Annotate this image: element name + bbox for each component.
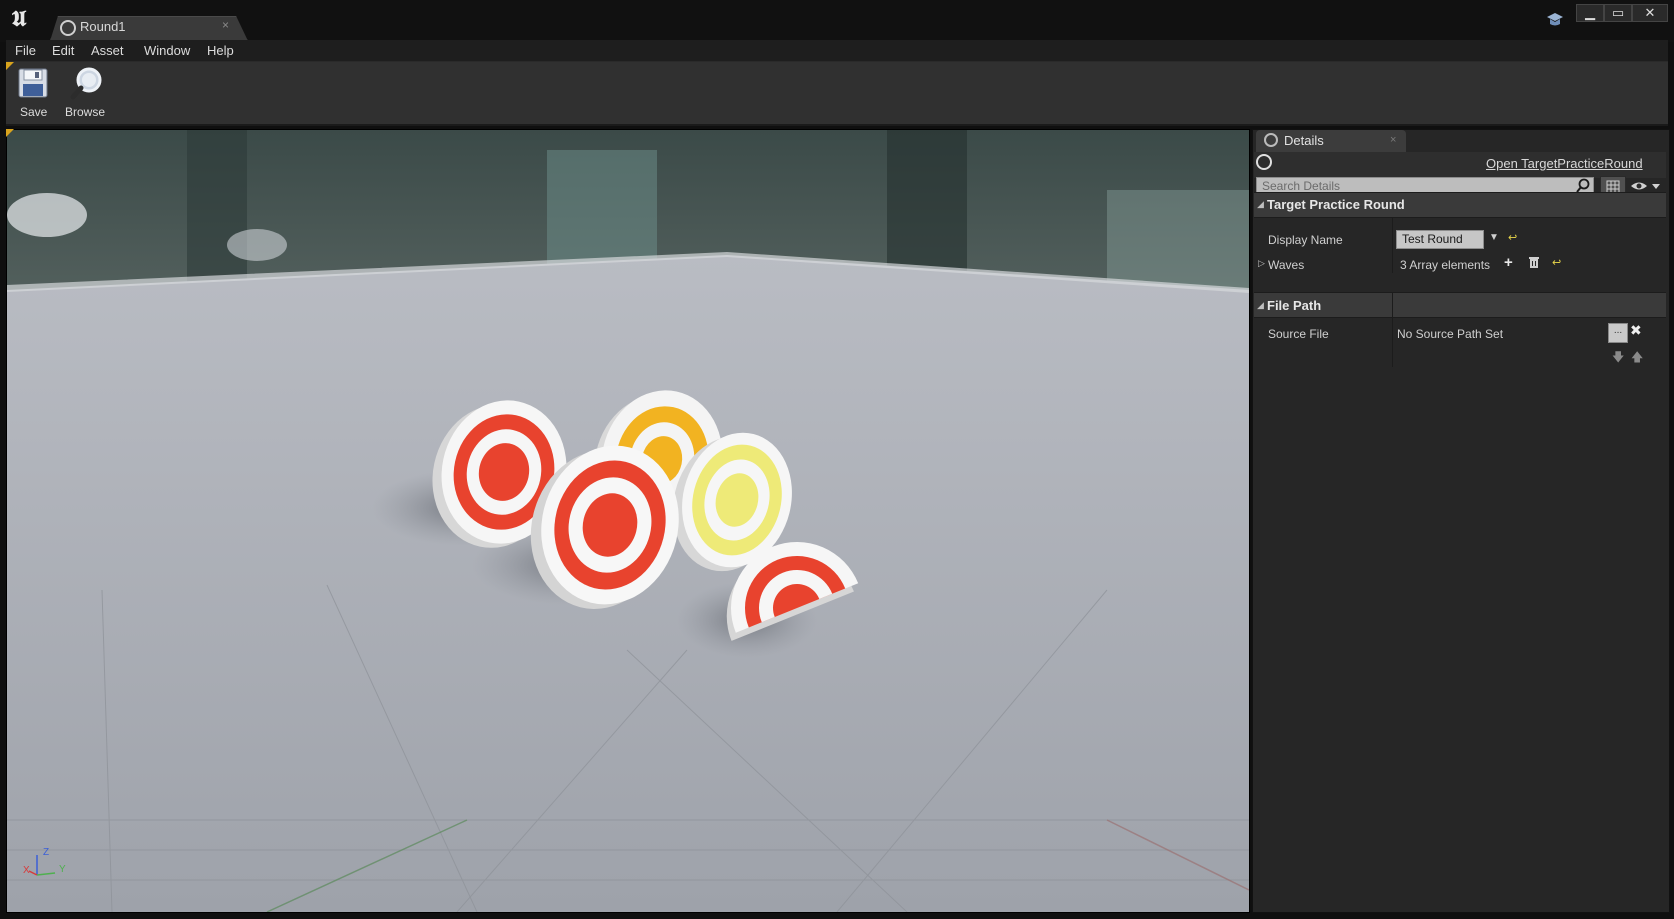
column-splitter[interactable] — [1392, 292, 1393, 367]
learn-icon[interactable] — [1546, 12, 1564, 28]
category-label: File Path — [1267, 298, 1322, 313]
source-file-value: No Source Path Set — [1397, 327, 1504, 341]
maximize-button[interactable]: ▭ — [1604, 4, 1632, 22]
menu-file[interactable]: File — [15, 43, 36, 58]
save-icon[interactable] — [18, 68, 48, 98]
column-splitter[interactable] — [1392, 218, 1393, 273]
clear-file-button[interactable]: ✖ — [1630, 322, 1642, 339]
document-tab-label: Round1 — [80, 19, 126, 34]
toolbar-corner-marker — [6, 62, 14, 70]
collapse-arrow-icon[interactable]: ◢ — [1257, 199, 1264, 210]
browse-file-button[interactable]: ... — [1608, 323, 1628, 343]
search-details-placeholder: Search Details — [1262, 179, 1341, 193]
asset-icon — [60, 20, 76, 36]
browse-button-label[interactable]: Browse — [65, 105, 105, 119]
viewport-scene — [7, 130, 1249, 912]
collapse-arrow-icon[interactable]: ◢ — [1257, 300, 1264, 311]
details-tab[interactable] — [1256, 130, 1406, 152]
minimize-button[interactable]: ▁ — [1576, 4, 1604, 22]
axis-label-z: Z — [43, 847, 50, 858]
menu-edit[interactable]: Edit — [52, 43, 74, 58]
eye-icon[interactable] — [1630, 179, 1662, 193]
arrow-down-icon[interactable]: 🡇 — [1612, 348, 1624, 369]
expand-arrow-icon[interactable]: ▷ — [1258, 258, 1265, 269]
display-name-value: Test Round — [1402, 232, 1463, 246]
chevron-down-icon[interactable]: ▼ — [1489, 232, 1499, 243]
viewport-corner-marker — [6, 129, 14, 137]
title-bar — [0, 0, 1674, 42]
asset-thumbnail-icon — [1256, 154, 1272, 170]
trash-icon[interactable] — [1529, 256, 1539, 268]
toolbar — [6, 62, 1668, 126]
background-light — [227, 229, 287, 261]
details-magnifier-icon — [1264, 133, 1278, 147]
background-light — [7, 193, 87, 237]
unreal-logo-icon[interactable]: 𝖀 — [6, 6, 32, 32]
open-asset-link[interactable]: Open TargetPracticeRound — [1486, 156, 1643, 171]
close-window-button[interactable]: ✕ — [1632, 4, 1668, 22]
reset-to-default-icon[interactable]: ↩ — [1508, 231, 1517, 244]
close-details-tab-icon[interactable]: × — [1390, 134, 1396, 146]
menu-window[interactable]: Window — [144, 43, 190, 58]
plus-icon[interactable]: + — [1504, 254, 1513, 271]
axis-label-y: Y — [59, 864, 66, 875]
menu-help[interactable]: Help — [207, 43, 234, 58]
waves-label: Waves — [1268, 258, 1305, 272]
close-tab-icon[interactable]: × — [222, 18, 229, 32]
menu-asset[interactable]: Asset — [91, 43, 124, 58]
save-button-label[interactable]: Save — [20, 105, 47, 119]
details-tab-label: Details — [1284, 133, 1324, 148]
source-file-label: Source File — [1268, 327, 1329, 341]
category-label: Target Practice Round — [1267, 197, 1405, 212]
3d-viewport[interactable]: Z X Y — [6, 129, 1250, 913]
waves-value: 3 Array elements — [1400, 258, 1491, 272]
magnifier-icon[interactable] — [70, 66, 104, 100]
arrow-up-icon[interactable]: 🡅 — [1631, 348, 1643, 369]
display-name-label: Display Name — [1268, 233, 1343, 247]
reset-to-default-icon[interactable]: ↩ — [1552, 256, 1561, 269]
axis-label-x: X — [23, 865, 30, 876]
menu-bar — [6, 40, 1668, 62]
